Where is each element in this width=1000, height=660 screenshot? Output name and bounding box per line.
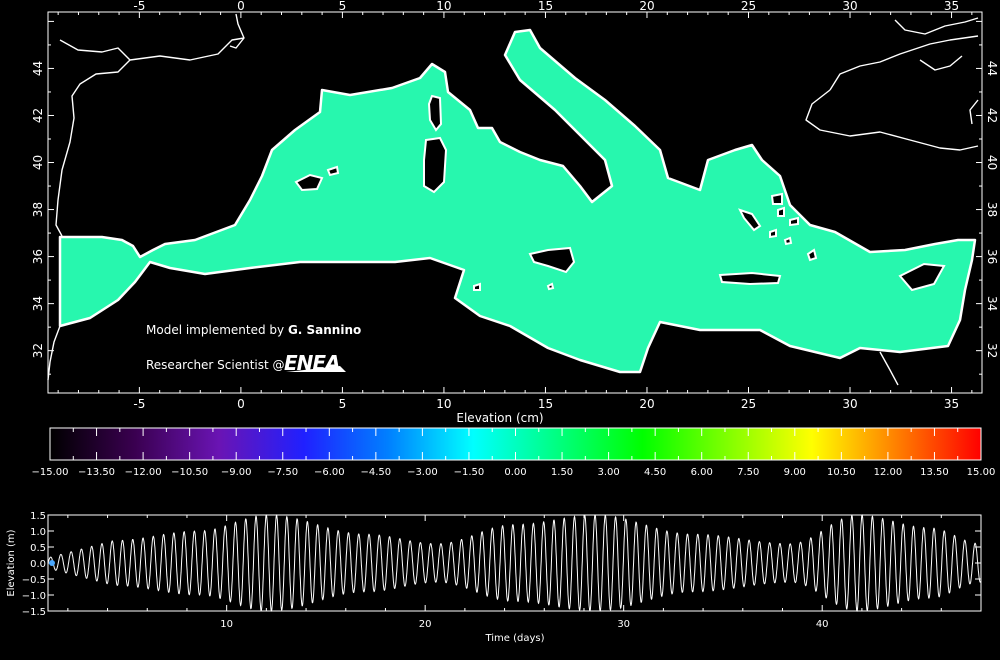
map-top-tick-label: 15	[538, 0, 553, 13]
colorbar-tick-label: −1.50	[454, 467, 485, 478]
colorbar-tick-label: 15.00	[967, 467, 996, 478]
tide-x-tick-label: 10	[220, 619, 233, 630]
map-bottom-tick-label: -5	[133, 397, 145, 411]
map-left-tick-label: 44	[31, 61, 45, 76]
tide-y-tick-label: 0.5	[30, 543, 46, 554]
map-left-tick-label: 34	[31, 296, 45, 311]
colorbar-tick-label: 12.00	[874, 467, 903, 478]
island-lesbos	[770, 192, 783, 205]
island-samos	[789, 216, 799, 227]
map-top-tick-label: -5	[133, 0, 145, 13]
map-panel: -5 0 5 10 15 20 25 30 35 -5 0 5 10 15 20 25 30 35 32 34 36…	[31, 0, 999, 411]
tide-y-tick-label: −1.0	[22, 591, 46, 602]
colorbar-tick-label: 6.00	[691, 467, 713, 478]
colorbar-tick-label: 10.50	[827, 467, 856, 478]
map-top-tick-label: 20	[639, 0, 654, 13]
colorbar-tick-label: 1.50	[551, 467, 573, 478]
map-bottom-tick-label: 5	[339, 397, 347, 411]
map-right-tick-label: 40	[985, 155, 999, 170]
map-left-tick-label: 32	[31, 343, 45, 358]
tide-y-tick-label: 1.0	[30, 527, 46, 538]
map-left-tick-label: 36	[31, 249, 45, 264]
island-crete	[718, 271, 782, 286]
tide-chart-frame	[47, 514, 982, 612]
map-bottom-tick-label: 20	[639, 397, 654, 411]
colorbar-tick-label: −10.50	[171, 467, 208, 478]
colorbar-tick-label: −12.00	[125, 467, 162, 478]
colorbar-tick-label: −15.00	[31, 467, 68, 478]
credit-line-2: Researcher Scientist @	[146, 358, 285, 372]
map-top-tick-label: 30	[842, 0, 857, 13]
colorbar-tick-label: −3.00	[407, 467, 438, 478]
tide-y-tick-label: 1.5	[30, 511, 46, 522]
tide-y-tick-label: 0.0	[30, 559, 46, 570]
map-top-tick-label: 5	[339, 0, 347, 13]
colorbar-tick-label: 7.50	[737, 467, 759, 478]
tide-chart-xlabel: Time (days)	[484, 633, 544, 644]
colorbar-title: Elevation (cm)	[456, 411, 543, 425]
colorbar-tick-label: 9.00	[784, 467, 806, 478]
map-right-tick-label: 44	[985, 61, 999, 76]
colorbar-tick-label: −6.00	[314, 467, 345, 478]
map-bottom-tick-label: 10	[436, 397, 451, 411]
island-sardinia	[423, 136, 448, 194]
map-bottom-tick-label: 15	[538, 397, 553, 411]
map-left-tick-label: 42	[31, 108, 45, 123]
map-right-tick-label: 42	[985, 108, 999, 123]
colorbar-tick-label: 3.00	[597, 467, 619, 478]
map-bottom-tick-label: 0	[237, 397, 245, 411]
map-top-tick-label: 35	[944, 0, 959, 13]
map-bottom-tick-label: 30	[842, 397, 857, 411]
map-top-tick-label: 25	[741, 0, 756, 13]
colorbar-tick-label: 13.50	[920, 467, 949, 478]
map-right-tick-label: 36	[985, 249, 999, 264]
map-top-tick-label: 10	[436, 0, 451, 13]
colorbar-tick-label: −13.50	[78, 467, 115, 478]
colorbar: Elevation (cm) −15.00 −13.50 −12.00 −10.50 −…	[31, 411, 995, 478]
tide-y-tick-label: −0.5	[22, 575, 46, 586]
island-djerba	[473, 282, 481, 291]
map-right-tick-label: 34	[985, 296, 999, 311]
map-left-tick-label: 40	[31, 155, 45, 170]
island-cyclades-2	[783, 236, 793, 246]
map-top-tick-label: 0	[237, 0, 245, 13]
map-right-tick-label: 38	[985, 202, 999, 217]
map-bottom-tick-label: 25	[741, 397, 756, 411]
tide-x-tick-label: 30	[617, 619, 630, 630]
island-chios	[777, 206, 785, 217]
colorbar-tick-label: −7.50	[267, 467, 298, 478]
colorbar-tick-label: 0.00	[504, 467, 526, 478]
colorbar-tick-label: 4.50	[644, 467, 666, 478]
tide-chart: 1.5 1.0 0.5 0.0 −0.5 −1.0 −1.5 10 20 30 40 Elevat…	[6, 511, 982, 644]
map-bottom-tick-label: 35	[944, 397, 959, 411]
map-left-tick-label: 38	[31, 202, 45, 217]
tide-x-tick-label: 20	[419, 619, 432, 630]
colorbar-tick-label: −4.50	[361, 467, 392, 478]
tide-x-tick-label: 40	[816, 619, 829, 630]
current-time-marker	[48, 560, 55, 566]
island-cyclades-1	[769, 228, 777, 239]
map-right-tick-label: 32	[985, 343, 999, 358]
credit-line-1: Model implemented by G. Sannino	[146, 323, 361, 337]
tide-y-tick-label: −1.5	[22, 607, 46, 618]
island-malta	[546, 282, 555, 291]
colorbar-tick-label: −9.00	[221, 467, 252, 478]
tide-chart-ylabel: Elevation (m)	[6, 529, 17, 596]
